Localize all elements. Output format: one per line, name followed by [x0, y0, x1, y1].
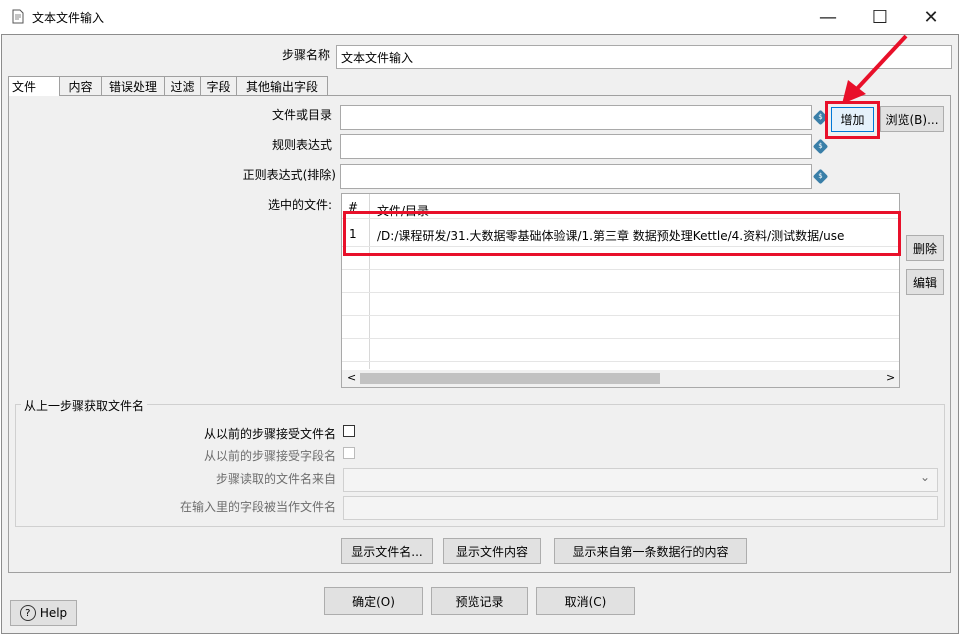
scroll-left-icon[interactable]: < — [347, 371, 356, 384]
ok-button[interactable]: 确定(O) — [324, 587, 423, 615]
tab-error-handling[interactable]: 错误处理 — [101, 76, 165, 96]
minimize-button[interactable]: — — [808, 4, 848, 30]
help-button[interactable]: ? Help — [10, 600, 77, 626]
horizontal-scrollbar[interactable]: < > — [342, 370, 899, 387]
edit-button[interactable]: 编辑 — [906, 269, 944, 295]
regex-exclude-label: 正则表达式(排除) — [242, 168, 336, 182]
tab-content[interactable]: 内容 — [59, 76, 102, 96]
regex-exclude-input[interactable] — [340, 164, 812, 189]
show-filenames-button[interactable]: 显示文件名... — [341, 538, 433, 564]
step-source-select[interactable] — [343, 468, 938, 492]
window-title: 文本文件输入 — [32, 11, 105, 25]
preview-button[interactable]: 预览记录 — [431, 587, 528, 615]
annotation-highlight-row — [343, 211, 901, 256]
scroll-right-icon[interactable]: > — [886, 371, 895, 384]
help-label: Help — [39, 606, 68, 620]
annotation-arrow-icon — [842, 34, 908, 104]
prev-step-group-title: 从上一步骤获取文件名 — [21, 397, 148, 414]
accept-fields-checkbox[interactable] — [343, 447, 355, 459]
regex-label: 规则表达式 — [271, 138, 332, 152]
field-as-filename-label: 在输入里的字段被当作文件名 — [179, 500, 336, 514]
maximize-button[interactable]: ☐ — [860, 4, 900, 30]
chevron-down-icon[interactable]: ⌄ — [920, 470, 930, 484]
document-icon — [12, 9, 24, 24]
accept-filenames-checkbox[interactable] — [343, 425, 355, 437]
variable-icon: $ — [812, 168, 829, 185]
variable-icon: $ — [812, 138, 829, 155]
tab-file[interactable]: 文件 — [8, 76, 60, 96]
file-or-dir-label: 文件或目录 — [271, 108, 332, 122]
show-first-row-button[interactable]: 显示来自第一条数据行的内容 — [554, 538, 747, 564]
help-icon: ? — [19, 605, 36, 621]
accept-filenames-label: 从以前的步骤接受文件名 — [203, 427, 336, 441]
selected-files-label: 选中的文件: — [267, 198, 332, 212]
tab-filter[interactable]: 过滤 — [164, 76, 201, 96]
add-button[interactable]: 增加 — [831, 107, 874, 132]
step-source-label: 步骤读取的文件名来自 — [215, 472, 336, 486]
scroll-thumb[interactable] — [360, 373, 660, 384]
field-as-filename-input[interactable] — [343, 496, 938, 520]
cancel-button[interactable]: 取消(C) — [536, 587, 635, 615]
accept-fields-label: 从以前的步骤接受字段名 — [203, 449, 336, 463]
show-content-button[interactable]: 显示文件内容 — [443, 538, 541, 564]
step-name-label: 步骤名称 — [281, 48, 330, 62]
regex-input[interactable] — [340, 134, 812, 159]
tab-other-output-fields[interactable]: 其他输出字段 — [236, 76, 328, 96]
close-button[interactable]: ✕ — [911, 4, 951, 30]
delete-button[interactable]: 删除 — [906, 235, 944, 261]
tab-fields[interactable]: 字段 — [200, 76, 237, 96]
title-bar: 文本文件输入 — ☐ ✕ — [0, 0, 961, 34]
file-or-dir-input[interactable] — [340, 105, 812, 130]
